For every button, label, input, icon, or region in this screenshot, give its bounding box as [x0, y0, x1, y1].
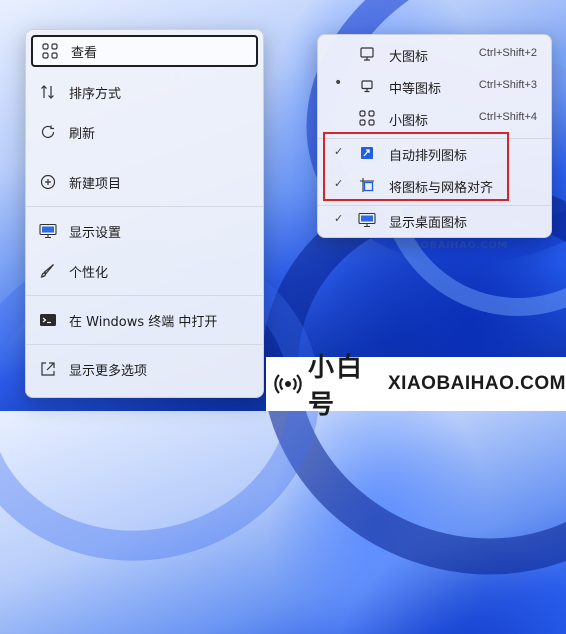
terminal-icon	[37, 309, 59, 331]
share-icon	[37, 358, 59, 380]
highlight-annotation-box	[323, 132, 509, 201]
refresh-icon	[37, 121, 59, 143]
submenu-item-show-desktop-icons[interactable]: ✓ 显示桌面图标	[318, 205, 551, 235]
menu-item-sort[interactable]: 排序方式	[31, 76, 258, 108]
menu-item-label: 新建项目	[69, 176, 122, 192]
menu-item-label: 个性化	[69, 265, 109, 281]
menu-item-label: 显示更多选项	[69, 363, 148, 379]
desktop-icon	[358, 211, 376, 229]
menu-item-personalize[interactable]: 个性化	[31, 255, 258, 287]
watermark-en: XIAOBAIHAO.COM	[400, 240, 508, 251]
menu-item-open-terminal[interactable]: 在 Windows 终端 中打开	[31, 304, 258, 336]
menu-item-refresh[interactable]: 刷新	[31, 116, 258, 148]
desktop-context-menu: 查看 排序方式 刷新 新建项目 显示设置 个性化 在 Windows 终端 中打…	[25, 29, 264, 398]
sort-icon	[37, 81, 59, 103]
brush-icon	[37, 260, 59, 282]
menu-item-new[interactable]: 新建项目	[31, 166, 258, 198]
submenu-item-large-icons[interactable]: 大图标 Ctrl+Shift+2	[318, 39, 551, 69]
menu-item-view[interactable]: 查看	[31, 35, 258, 67]
display-icon	[37, 220, 59, 242]
grid-view-icon	[358, 109, 376, 127]
submenu-item-label: 中等图标	[389, 82, 442, 97]
menu-item-label: 刷新	[69, 126, 96, 142]
submenu-item-label: 大图标	[389, 50, 429, 65]
menu-divider	[26, 295, 263, 296]
monitor-icon	[358, 45, 376, 63]
radio-indicator: •	[334, 75, 343, 91]
menu-item-label: 显示设置	[69, 225, 122, 241]
submenu-item-label: 小图标	[389, 114, 429, 129]
checkmark: ✓	[334, 212, 344, 225]
shortcut-label: Ctrl+Shift+3	[478, 79, 537, 91]
menu-divider	[26, 344, 263, 345]
grid-view-icon	[39, 40, 61, 62]
shortcut-label: Ctrl+Shift+4	[478, 111, 537, 123]
shortcut-label: Ctrl+Shift+2	[478, 47, 537, 59]
broadcast-icon	[274, 369, 302, 399]
brand-name-en: XIAOBAIHAO.COM	[388, 373, 566, 394]
menu-item-label: 查看	[71, 45, 98, 61]
menu-item-display-settings[interactable]: 显示设置	[31, 215, 258, 247]
submenu-item-small-icons[interactable]: 小图标 Ctrl+Shift+4	[318, 103, 551, 133]
submenu-item-label: 显示桌面图标	[389, 216, 468, 231]
plus-circle-icon	[37, 171, 59, 193]
menu-item-label: 在 Windows 终端 中打开	[69, 314, 218, 330]
brand-name-cn: 小白号	[308, 353, 365, 420]
monitor-icon	[358, 77, 376, 95]
menu-item-label: 排序方式	[69, 86, 122, 102]
menu-item-more-options[interactable]: 显示更多选项	[31, 353, 258, 385]
brand-banner: 小白号 XIAOBAIHAO.COM	[266, 353, 566, 420]
menu-divider	[26, 206, 263, 207]
submenu-item-medium-icons[interactable]: • 中等图标 Ctrl+Shift+3	[318, 71, 551, 101]
